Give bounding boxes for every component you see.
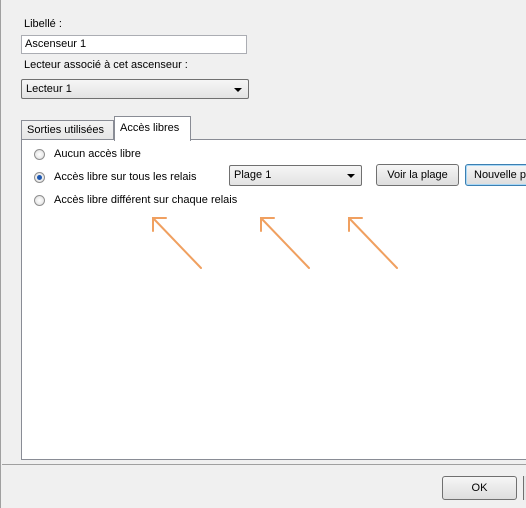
annotation-arrows — [152, 217, 398, 269]
annotation-arrow-icon — [152, 217, 202, 269]
annotation-arrow-icon — [260, 217, 310, 269]
annotation-arrow-icon — [348, 217, 398, 269]
dialog-window: Libellé : Ascenseur 1 Lecteur associé à … — [0, 0, 526, 508]
ok-button[interactable]: OK — [442, 476, 517, 500]
footer-separator — [2, 464, 526, 465]
tab-acces-libres[interactable]: Accès libres — [114, 116, 191, 141]
